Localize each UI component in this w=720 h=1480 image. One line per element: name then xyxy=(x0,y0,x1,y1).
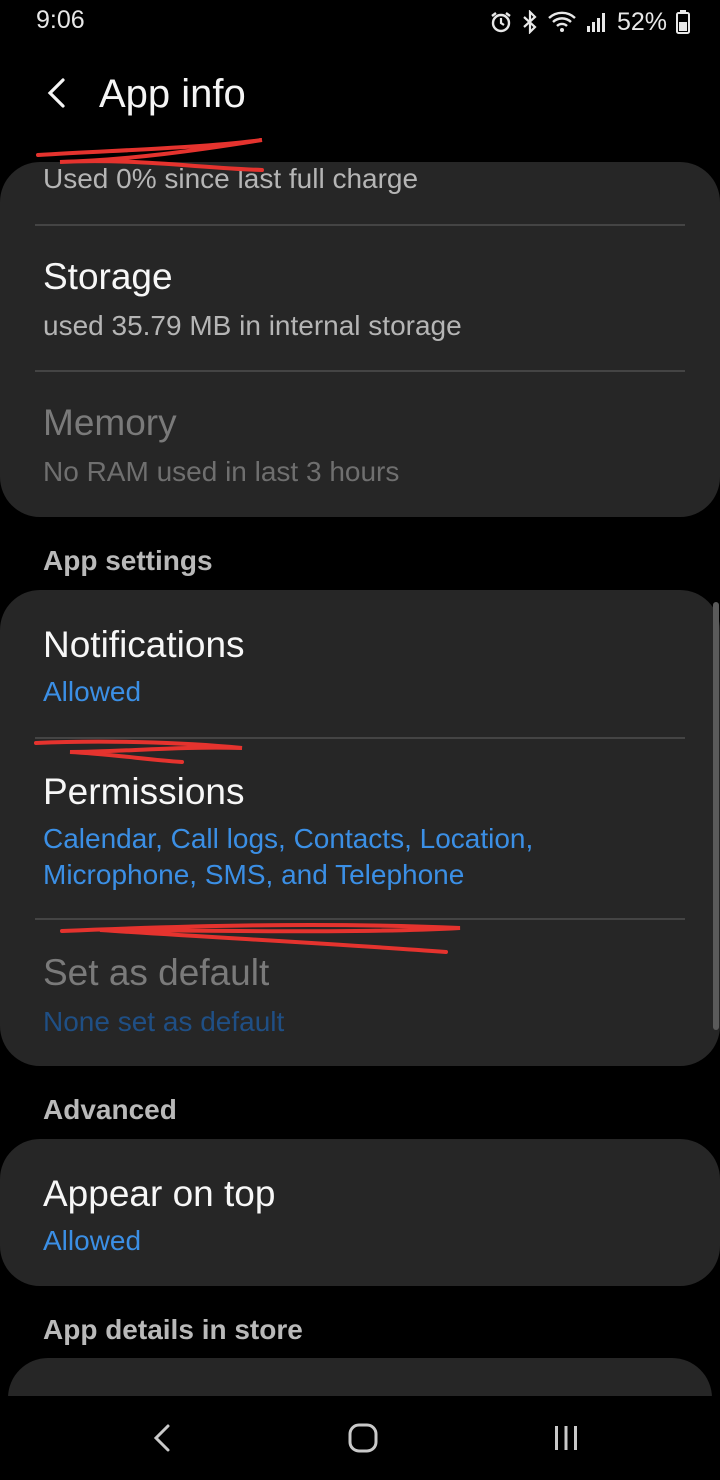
back-icon xyxy=(153,1424,170,1452)
battery-percent: 52% xyxy=(616,7,667,36)
app-settings-card: Notifications Allowed Permissions Calend… xyxy=(0,590,720,1066)
set-as-default-row[interactable]: Set as default None set as default xyxy=(0,920,720,1066)
notifications-status: Allowed xyxy=(43,676,142,707)
signal-icon xyxy=(586,13,605,32)
section-header-app-details-in-store: App details in store xyxy=(43,1314,303,1345)
nav-home-button[interactable] xyxy=(333,1412,393,1464)
set-as-default-status: None set as default xyxy=(43,1006,285,1037)
battery-usage-text: Used 0% since last full charge xyxy=(43,163,419,194)
appear-on-top-title: Appear on top xyxy=(43,1173,276,1214)
status-time: 9:06 xyxy=(36,6,85,34)
app-bar: App info xyxy=(0,52,720,142)
home-icon xyxy=(348,1423,378,1453)
status-bar: 9:06 52% xyxy=(0,0,720,48)
nav-back-button[interactable] xyxy=(132,1412,192,1464)
usage-card: Used 0% since last full charge Storage u… xyxy=(0,162,720,517)
permissions-list-line1: Calendar, Call logs, Contacts, Location, xyxy=(43,823,534,854)
appear-on-top-status: Allowed xyxy=(43,1225,142,1256)
permissions-title: Permissions xyxy=(43,771,245,812)
bluetooth-icon xyxy=(523,10,537,34)
battery-row[interactable]: Used 0% since last full charge xyxy=(0,162,720,225)
notifications-row[interactable]: Notifications Allowed xyxy=(0,590,720,738)
wifi-icon xyxy=(548,11,576,32)
memory-title: Memory xyxy=(43,402,177,443)
nav-recents-button[interactable] xyxy=(536,1412,596,1464)
battery-icon xyxy=(676,10,690,34)
memory-usage-text: No RAM used in last 3 hours xyxy=(43,456,400,487)
navigation-bar xyxy=(0,1396,720,1480)
section-header-app-settings: App settings xyxy=(43,545,213,576)
set-as-default-title: Set as default xyxy=(43,952,270,993)
page-title: App info xyxy=(99,72,246,116)
alarm-icon xyxy=(491,12,511,33)
storage-title: Storage xyxy=(43,256,173,297)
permissions-list-line2: Microphone, SMS, and Telephone xyxy=(43,859,465,890)
back-arrow-icon xyxy=(47,78,65,108)
appear-on-top-row[interactable]: Appear on top Allowed xyxy=(0,1139,720,1286)
back-button[interactable] xyxy=(34,70,80,116)
section-header-advanced: Advanced xyxy=(43,1094,177,1125)
memory-row[interactable]: Memory No RAM used in last 3 hours xyxy=(0,372,720,517)
scrollbar[interactable] xyxy=(713,602,719,1030)
status-icons: 52% xyxy=(489,6,690,38)
notifications-title: Notifications xyxy=(43,624,245,665)
permissions-row[interactable]: Permissions Calendar, Call logs, Contact… xyxy=(0,739,720,919)
storage-usage-text: used 35.79 MB in internal storage xyxy=(43,310,462,341)
advanced-card: Appear on top Allowed xyxy=(0,1139,720,1286)
recents-icon xyxy=(555,1426,577,1450)
storage-row[interactable]: Storage used 35.79 MB in internal storag… xyxy=(0,226,720,372)
